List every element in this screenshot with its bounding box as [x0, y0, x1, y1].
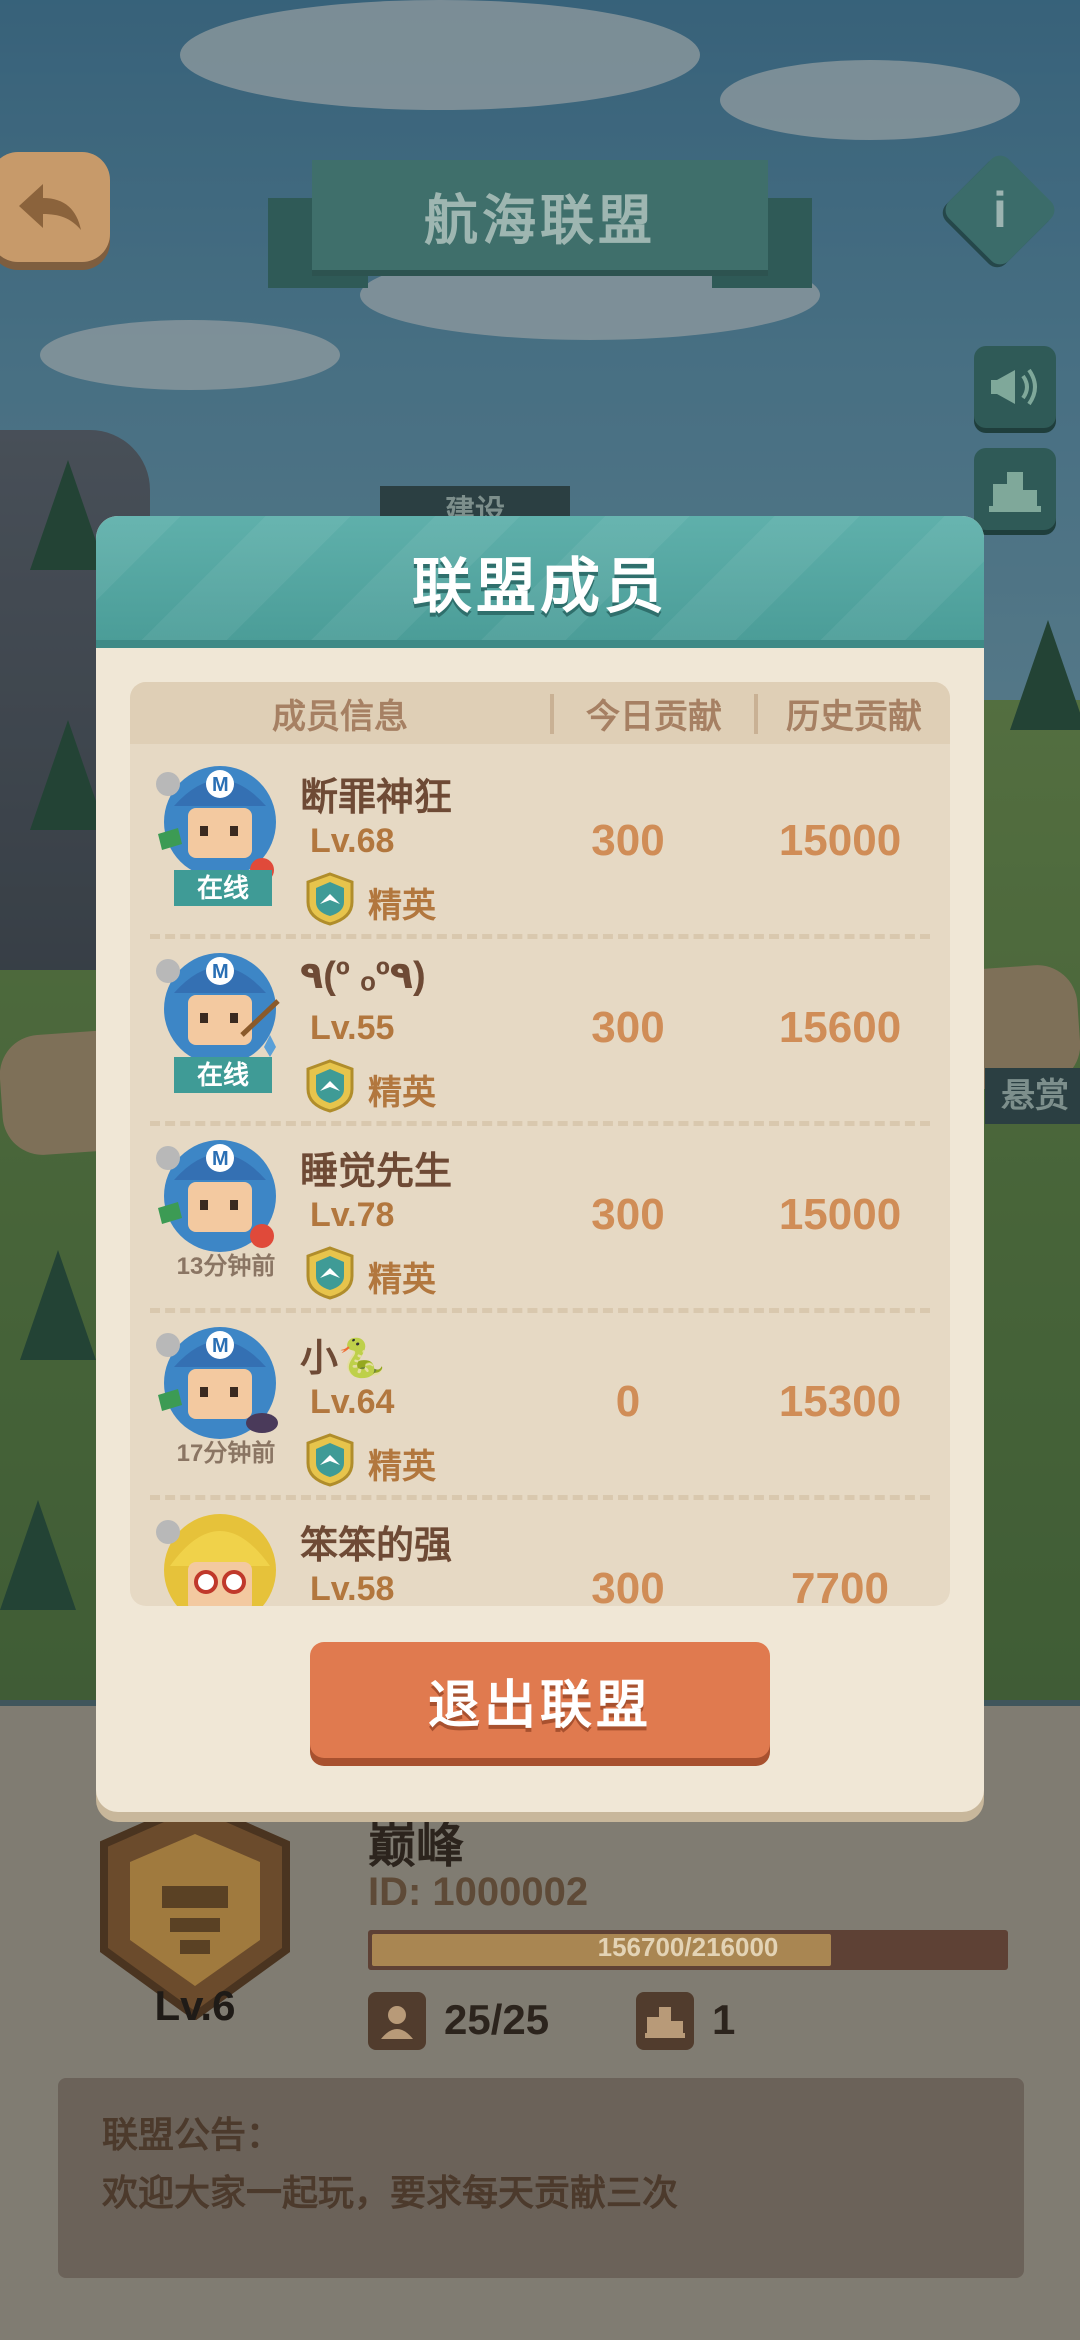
member-row[interactable]: 笨笨的强 Lv.58 300 7700 — [130, 1500, 950, 1606]
member-row[interactable]: M 13分钟前 睡觉先生 Lv.78 精英 300 15000 — [130, 1126, 950, 1313]
member-avatar-icon — [156, 1514, 276, 1606]
megaphone-icon — [991, 368, 1037, 406]
alliance-id: ID: 1000002 — [368, 1870, 589, 1914]
member-avatar-icon: M — [156, 1140, 276, 1252]
member-avatar-icon: M — [156, 1327, 278, 1439]
xp-text: 156700/216000 — [597, 1932, 779, 1962]
back-button[interactable] — [0, 152, 110, 262]
members-list[interactable]: M 在线 断罪神狂 Lv.68 精英 300 15000 M 在线 ٩(º ₒº… — [130, 752, 950, 1606]
today-contribution: 300 — [591, 816, 665, 865]
member-row[interactable]: M 在线 ٩(º ₒº٩) Lv.55 精英 300 15600 — [130, 939, 950, 1126]
last-seen: 13分钟前 — [176, 1253, 276, 1280]
members-table: 成员信息 今日贡献 历史贡献 M 在线 断罪神狂 Lv.68 精英 300 15… — [130, 682, 950, 1606]
member-name: 笨笨的强 — [300, 1525, 453, 1567]
notice-title: 联盟公告： — [102, 2114, 283, 2155]
member-avatar-icon: M — [156, 766, 276, 882]
status-badge: 在线 — [174, 1057, 272, 1093]
today-contribution: 300 — [591, 1190, 665, 1239]
elite-rank-icon — [306, 1059, 354, 1113]
member-name: ٩(º ₒº٩) — [300, 955, 426, 997]
member-name: 断罪神狂 — [300, 777, 453, 819]
history-contribution: 7700 — [791, 1564, 889, 1606]
table-header: 成员信息 今日贡献 历史贡献 — [130, 682, 950, 744]
member-level: Lv.55 — [310, 1009, 395, 1047]
member-name: 睡觉先生 — [300, 1151, 453, 1193]
svg-text:M: M — [212, 1335, 229, 1357]
member-rank: 精英 — [368, 1261, 436, 1299]
members-dialog: 联盟成员 成员信息 今日贡献 历史贡献 M 在线 断罪神狂 Lv.68 精英 3… — [96, 516, 984, 1812]
member-level: Lv.58 — [310, 1570, 395, 1606]
member-rank: 精英 — [368, 1448, 436, 1486]
today-contribution: 300 — [591, 1564, 665, 1606]
alliance-name: 巅峰 — [368, 1820, 465, 1873]
member-name: 小🐍 — [300, 1338, 386, 1380]
member-rank: 精英 — [368, 1074, 436, 1112]
title-banner: 航海联盟 — [268, 160, 812, 288]
member-level: Lv.68 — [310, 822, 395, 860]
elite-rank-icon — [306, 1433, 354, 1487]
notice-text: 欢迎大家一起玩，要求每天贡献三次 — [102, 2172, 679, 2213]
member-row[interactable]: M 在线 断罪神狂 Lv.68 精英 300 15000 — [130, 752, 950, 939]
info-icon: i — [993, 182, 1007, 238]
member-rank: 精英 — [368, 887, 436, 925]
ranking-button[interactable] — [974, 448, 1056, 530]
members-icon — [368, 1992, 426, 2050]
elite-rank-icon — [306, 872, 354, 926]
rank-podium-icon — [636, 1992, 694, 2050]
history-contribution: 15000 — [778, 1190, 902, 1239]
column-today-contribution: 今日贡献 — [586, 697, 722, 736]
alliance-rank: 1 — [712, 1996, 736, 2043]
bounty-sign[interactable]: 悬赏 — [985, 1068, 1080, 1124]
member-level: Lv.64 — [310, 1383, 395, 1421]
back-arrow-icon — [19, 184, 81, 230]
last-seen: 17分钟前 — [176, 1440, 276, 1467]
alliance-level: Lv.6 — [154, 1982, 236, 2029]
elite-rank-icon — [306, 1246, 354, 1300]
info-button[interactable]: i — [940, 150, 1060, 270]
member-row[interactable]: M 17分钟前 小🐍 Lv.64 精英 0 15300 — [130, 1313, 950, 1500]
svg-text:M: M — [212, 774, 229, 796]
member-avatar-icon: M — [156, 953, 280, 1065]
dialog-title: 联盟成员 — [412, 553, 668, 620]
svg-text:M: M — [212, 1148, 229, 1170]
history-contribution: 15600 — [778, 1003, 902, 1052]
page-title: 航海联盟 — [312, 160, 768, 270]
column-member-info: 成员信息 — [272, 697, 408, 736]
alliance-notice: 联盟公告： 欢迎大家一起玩，要求每天贡献三次 — [58, 2078, 1024, 2278]
member-level: Lv.78 — [310, 1196, 395, 1234]
members-count: 25/25 — [444, 1996, 550, 2043]
history-contribution: 15000 — [778, 816, 902, 865]
today-contribution: 0 — [615, 1377, 641, 1426]
quit-alliance-button[interactable]: 退出联盟 — [310, 1642, 770, 1758]
history-contribution: 15300 — [778, 1377, 902, 1426]
announcement-button[interactable] — [974, 346, 1056, 428]
alliance-xp-bar: 156700/216000 — [368, 1930, 1008, 1970]
svg-text:M: M — [212, 961, 229, 983]
podium-icon — [989, 472, 1041, 512]
today-contribution: 300 — [591, 1003, 665, 1052]
status-badge: 在线 — [174, 870, 272, 906]
column-history-contribution: 历史贡献 — [786, 697, 922, 736]
